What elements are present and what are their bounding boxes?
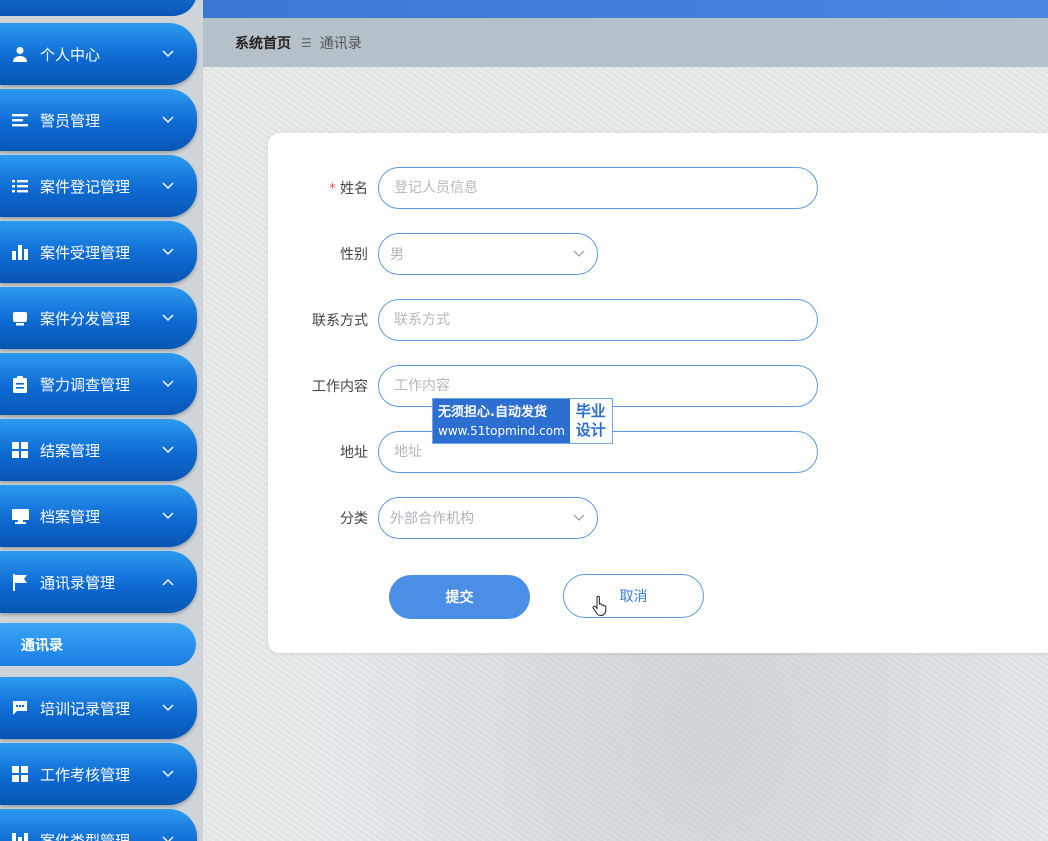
watermark-right-bottom: 设计 [575,421,606,439]
chevron-down-icon [161,767,175,781]
chevron-down-icon [161,311,175,325]
name-field[interactable] [392,179,817,197]
sidebar-item-case-acceptance[interactable]: 案件受理管理 [0,221,197,283]
sidebar-item-label: 案件登记管理 [40,177,131,196]
user-icon [10,44,30,64]
hand-cursor-icon [592,595,608,620]
watermark-right: 毕业 设计 [570,399,612,443]
form-row-gender: 性别 男 [268,233,598,275]
chevron-down-icon [161,47,175,61]
grid-icon [10,440,30,460]
chevron-down-icon [161,701,175,715]
submit-button[interactable]: 提交 [389,575,530,619]
sidebar-item-case-type[interactable]: 案件类型管理 [0,809,197,841]
sidebar-item-label: 警力调查管理 [40,375,131,394]
gender-label: 性别 [340,247,368,263]
gender-select-value: 男 [390,247,404,263]
chevron-down-icon [573,510,585,526]
form-row-contact: 联系方式 [268,299,818,341]
category-select[interactable]: 外部合作机构 [378,497,598,539]
sidebar-item-officer-management[interactable]: 警员管理 [0,89,197,151]
sidebar-item-label: 工作考核管理 [40,765,131,784]
sidebar-item-label: 培训记录管理 [40,699,131,718]
sidebar-item-label: 警员管理 [40,111,101,130]
submenu-item-contacts[interactable]: 通讯录 [0,623,196,666]
form-row-name: * 姓名 [268,167,818,209]
sidebar-item-work-assessment[interactable]: 工作考核管理 [0,743,197,805]
sidebar-item-personal-center[interactable]: 个人中心 [0,23,197,85]
sidebar-item-label: 档案管理 [40,507,101,526]
sidebar-item-label: 案件受理管理 [40,243,131,262]
sidebar-item-case-closing[interactable]: 结案管理 [0,419,197,481]
top-header-bar [203,0,1048,18]
breadcrumb-current: 通讯录 [319,35,362,52]
address-field[interactable] [392,443,817,461]
sidebar-item-police-investigation[interactable]: 警力调查管理 [0,353,197,415]
sidebar-item-label: 通讯录管理 [40,573,116,592]
contact-form-card: *姓名 性别 男 联系方式 工作内容 地址 分类 外部合作机构 [268,133,1048,653]
chat-icon [10,698,30,718]
watermark-badge: 无须担心.自动发货 www.51topmind.com 毕业 设计 [432,398,613,444]
grid-icon [10,764,30,784]
gender-select[interactable]: 男 [378,233,598,275]
chevron-down-icon [161,179,175,193]
required-asterisk: * [329,181,336,197]
contact-label: 联系方式 [312,313,368,329]
inbox-icon [10,308,30,328]
bar-chart-icon [10,242,30,262]
work-field[interactable] [392,377,817,395]
flag-icon [10,572,30,592]
form-row-category: 分类 外部合作机构 [268,497,598,539]
watermark-right-top: 毕业 [575,402,606,420]
sidebar-item-partial[interactable] [0,0,197,16]
chevron-down-icon [161,377,175,391]
chevron-down-icon [161,833,175,841]
watermark-line2: www.51topmind.com [438,424,565,438]
watermark-line1: 无须担心.自动发货 [438,405,547,420]
sidebar-item-case-registration[interactable]: 案件登记管理 [0,155,197,217]
contact-field-wrapper [378,299,818,341]
list-indent-icon [10,176,30,196]
chevron-down-icon [161,113,175,127]
clipboard-icon [10,374,30,394]
breadcrumb-separator-icon: ☰ [301,35,312,50]
sidebar-item-contacts-management[interactable]: 通讯录管理 [0,551,197,613]
sidebar-item-label: 案件分发管理 [40,309,131,328]
sidebar: 个人中心 警员管理 案件登记管理 案件受理管理 案件分发管理 警力调查管理 结案… [0,0,203,841]
sidebar-item-case-distribution[interactable]: 案件分发管理 [0,287,197,349]
category-label: 分类 [340,511,368,527]
sidebar-item-archive-management[interactable]: 档案管理 [0,485,197,547]
name-label: * 姓名 [268,178,378,198]
chevron-down-icon [161,509,175,523]
name-field-wrapper [378,167,818,209]
cancel-button[interactable]: 取消 [563,574,704,618]
chevron-down-icon [573,246,585,262]
name-label-text: 姓名 [340,181,368,197]
address-label: 地址 [340,445,368,461]
breadcrumb: 系统首页 ☰ 通讯录 [203,18,1048,67]
sidebar-item-training-records[interactable]: 培训记录管理 [0,677,197,739]
bars-icon [10,830,30,841]
chevron-down-icon [161,443,175,457]
contact-field[interactable] [392,311,817,329]
sidebar-item-label: 个人中心 [40,45,101,64]
breadcrumb-home-link[interactable]: 系统首页 [235,33,291,53]
sidebar-item-label: 案件类型管理 [40,831,131,841]
chevron-down-icon [161,245,175,259]
work-label: 工作内容 [312,379,368,395]
submenu-item-label: 通讯录 [21,637,63,654]
watermark-left: 无须担心.自动发货 www.51topmind.com [433,399,570,443]
list-icon [10,110,30,130]
category-select-value: 外部合作机构 [390,511,474,527]
chevron-up-icon [161,575,175,589]
monitor-icon [10,506,30,526]
sidebar-item-label: 结案管理 [40,441,101,460]
